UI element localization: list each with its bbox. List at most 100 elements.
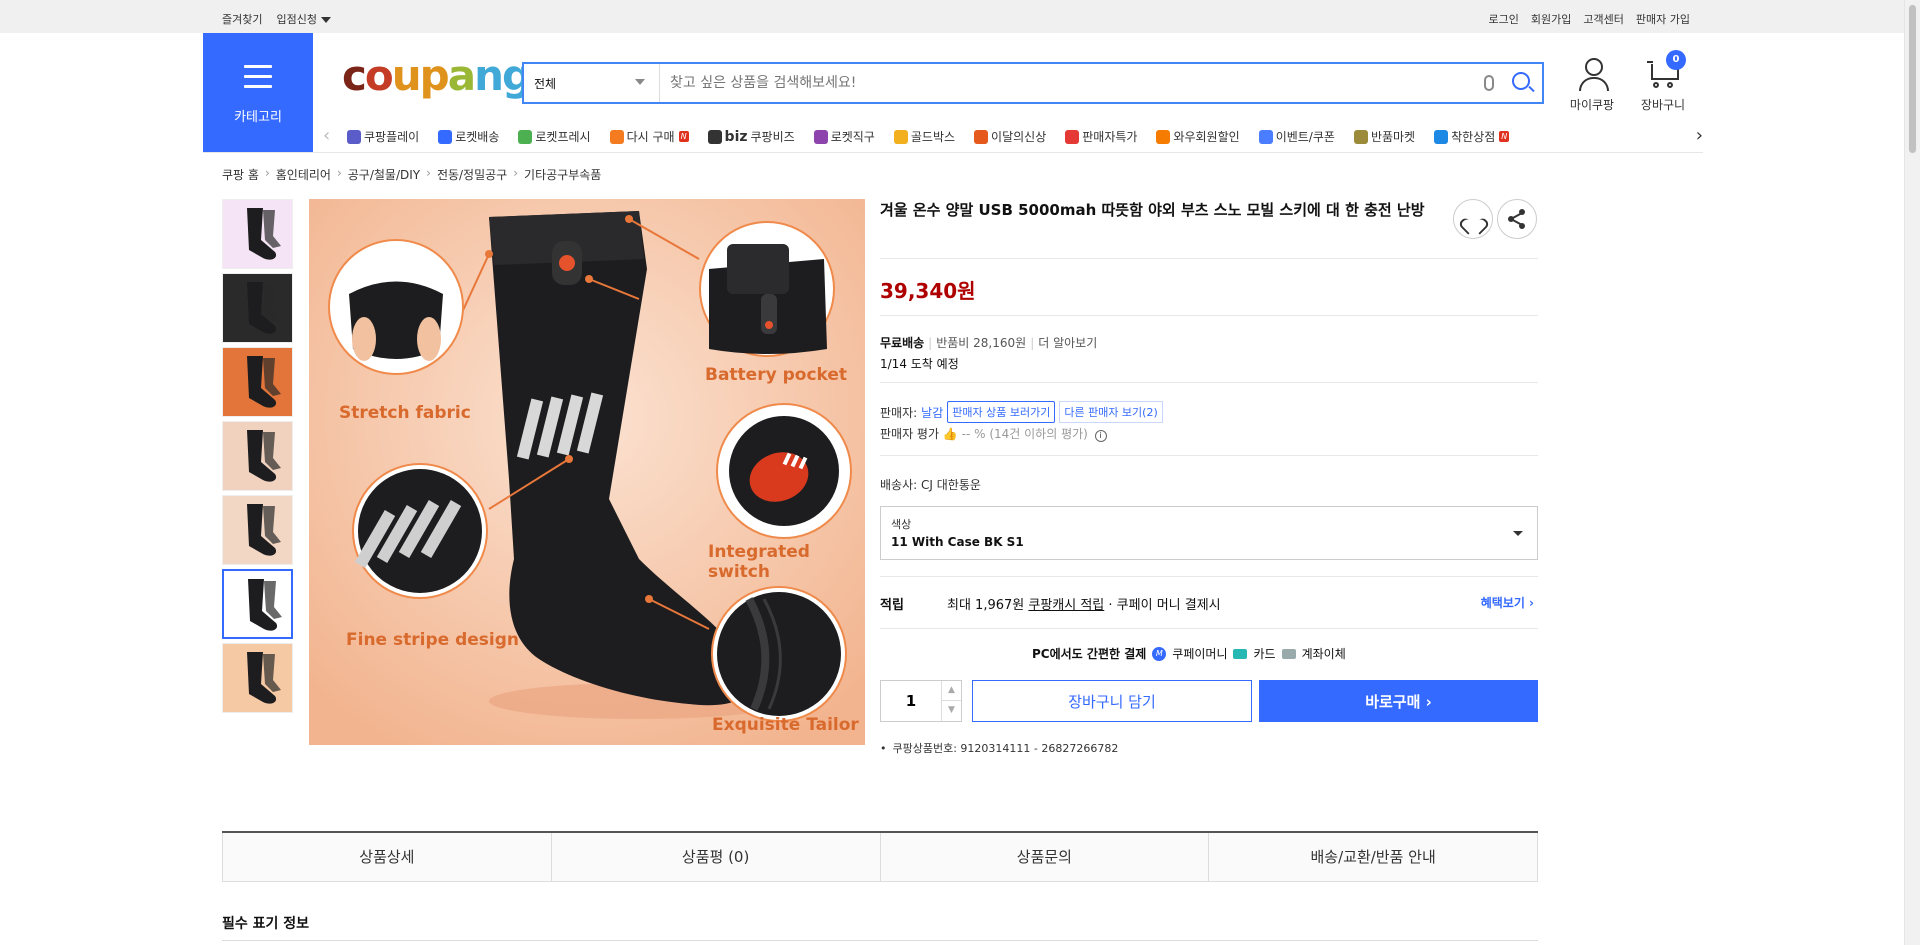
free-shipping-label: 무료배송 [880,336,925,350]
nav-item[interactable]: 쿠팡플레이 [347,128,419,145]
nav-item[interactable]: 반품마켓 [1353,128,1415,145]
tab-reviews[interactable]: 상품평 (0) [551,833,881,882]
search-icon[interactable] [1512,72,1530,90]
annotation-exquisite-tailor: Exquisite Tailor [712,715,859,735]
card-icon [1233,648,1248,659]
benefit-link[interactable]: 혜택보기 › [1481,594,1534,611]
signup-link[interactable]: 회원가입 [1531,11,1571,27]
coupang-logo[interactable]: coupang [342,55,532,97]
divider [880,628,1538,629]
carrier-info: 배송사: CJ 대한통운 [880,476,981,493]
heated-sock-illustration [309,199,865,745]
arrival-date: 1/14 도착 예정 [880,357,959,371]
nav-item[interactable]: 로켓직구 [813,128,875,145]
seller-rating-value: -- % [961,427,986,441]
decrement-arrow-icon[interactable]: ▼ [941,701,961,721]
seller-name-link[interactable]: 날감 [921,404,943,421]
coupon-icon [1258,129,1273,144]
divider [880,258,1538,259]
product-main-image[interactable]: Stretch fabric Battery pocket Integrated… [309,199,865,745]
goldbox-icon [893,129,908,144]
bookmark-link[interactable]: 즐겨찾기 [222,11,262,27]
new-icon [974,129,989,144]
buy-now-button[interactable]: 바로구매 › [1259,680,1538,722]
tab-details[interactable]: 상품상세 [222,833,552,882]
cart-button[interactable]: 장바구니 [1633,58,1693,113]
mypage-button[interactable]: 마이쿠팡 [1562,58,1622,113]
breadcrumb-item[interactable]: 쿠팡 홈 [222,166,259,183]
search-category-select[interactable]: 전체 [524,64,660,102]
tab-inquiry[interactable]: 상품문의 [880,833,1210,882]
nav-item[interactable]: 이벤트/쿠폰 [1258,128,1335,145]
wishlist-button[interactable] [1453,199,1493,239]
seller-products-button[interactable]: 판매자 상품 보러가기 [947,401,1056,423]
annotation-battery-pocket: Battery pocket [705,365,848,385]
breadcrumb-item[interactable]: 기타공구부속품 [524,166,601,183]
nav-item[interactable]: 와우회원할인 [1156,128,1240,145]
learn-more-link[interactable]: 더 알아보기 [1038,336,1097,350]
nav-item[interactable]: biz 쿠팡비즈 [707,128,795,145]
quantity-input[interactable] [881,681,941,721]
product-thumbnail[interactable] [222,421,293,491]
microphone-icon[interactable] [1484,75,1494,91]
chevron-down-icon [1513,531,1523,536]
chevron-right-icon[interactable]: › [1696,125,1703,146]
breadcrumb-item[interactable]: 전동/정밀공구 [437,166,507,183]
nav-item[interactable]: 이달의신상 [974,128,1046,145]
seller-label: 판매자: [880,405,918,420]
top-utility-bar: 즐겨찾기 입점신청 로그인 회원가입 고객센터 판매자 가입 [0,0,1904,33]
chevron-right-icon: › [264,166,270,180]
share-button[interactable] [1497,199,1537,239]
nav-item-label: 로켓프레시 [535,130,591,144]
nav-item[interactable]: 로켓프레시 [518,128,591,145]
shipping-info: 무료배송 | 반품비 28,160원 | 더 알아보기 [880,336,1098,350]
chevron-down-icon [635,79,645,85]
nav-item[interactable]: 판매자특가 [1065,128,1137,145]
carrier-name: CJ 대한통운 [921,478,981,492]
seller-signup-link[interactable]: 판매자 가입 [1636,11,1690,27]
nav-item-label: 와우회원할인 [1173,130,1240,144]
tab-shipping-returns[interactable]: 배송/교환/반품 안내 [1209,833,1538,882]
category-menu-button[interactable]: 카테고리 [203,33,313,152]
payment-method: 쿠페이머니 [1172,647,1228,661]
other-sellers-button[interactable]: 다른 판매자 보기(2) [1059,401,1163,423]
sock-thumbnail-image [247,652,281,704]
login-link[interactable]: 로그인 [1489,11,1519,27]
add-to-cart-button[interactable]: 장바구니 담기 [972,680,1252,722]
product-thumbnail[interactable] [222,643,293,713]
chevron-left-icon[interactable]: ‹ [323,125,330,146]
rebuy-icon [609,129,624,144]
header-divider [203,152,1703,153]
product-thumbnail[interactable] [222,495,293,565]
increment-arrow-icon[interactable]: ▲ [941,681,961,701]
product-thumbnail[interactable] [222,569,293,639]
annotation-integrated-switch: Integrated switch [708,542,810,582]
nav-item[interactable]: 착한상점 N [1434,128,1510,145]
mypage-label: 마이쿠팡 [1569,98,1615,112]
sock-thumbnail-image [247,208,281,260]
product-tabs: 상품상세 상품평 (0) 상품문의 배송/교환/반품 안내 [222,831,1538,882]
nav-item-label: 이달의신상 [991,130,1047,144]
product-thumbnail[interactable] [222,199,293,269]
buy-now-label: 바로구매 [1365,692,1421,711]
user-icon [1577,58,1609,91]
new-badge: N [678,131,689,142]
hamburger-icon [244,65,272,95]
customer-center-link[interactable]: 고객센터 [1583,11,1623,27]
nav-item[interactable]: 다시 구매 N [609,128,689,145]
info-icon[interactable]: i [1094,430,1107,442]
nav-item[interactable]: 골드박스 [893,128,955,145]
reward-label: 적립 [880,598,904,613]
breadcrumb-item[interactable]: 공구/철물/DIY [348,166,420,183]
coupang-cash-link[interactable]: 쿠팡캐시 적립 [1028,598,1104,613]
page-scrollbar[interactable] [1904,0,1920,945]
breadcrumb-item[interactable]: 홈인테리어 [276,166,331,183]
color-option-select[interactable]: 색상 11 With Case BK S1 [880,506,1538,560]
product-thumbnail[interactable] [222,273,293,343]
scrollbar-thumb[interactable] [1908,4,1917,154]
seller-apply-link[interactable]: 입점신청 [276,11,331,27]
seller-apply-label: 입점신청 [276,13,317,26]
search-input[interactable] [670,72,1470,94]
product-thumbnail[interactable] [222,347,293,417]
nav-item[interactable]: 로켓배송 [438,128,499,145]
